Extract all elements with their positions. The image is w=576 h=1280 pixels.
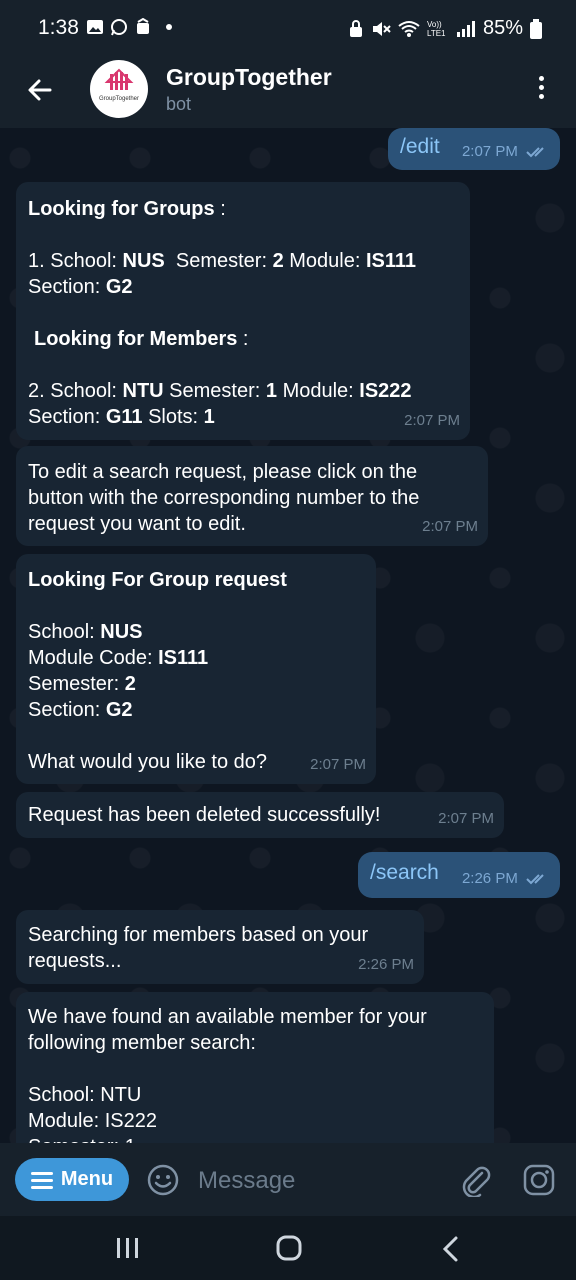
status-bar: 1:38 Vo)) LTE1 85%	[0, 0, 576, 54]
battery-percent: 85%	[482, 17, 523, 39]
double-check-icon	[526, 874, 544, 885]
paperclip-icon[interactable]	[458, 1163, 492, 1197]
message-outgoing-search[interactable]: /search 2:26 PM	[358, 852, 560, 898]
network-label: Vo)) LTE1	[426, 19, 446, 38]
message-search-requests[interactable]: Looking for Groups : 1. School: NUS Seme…	[16, 182, 470, 440]
message-time: 2:26 PM	[358, 956, 414, 973]
request-semester: Semester: 2	[28, 673, 136, 695]
hamburger-icon	[30, 1171, 53, 1189]
notification-icons	[86, 18, 172, 36]
chat-header: GroupTogether GroupTogether bot	[0, 54, 576, 128]
message-member-found[interactable]: We have found an available member for yo…	[16, 992, 494, 1143]
message-composer: Menu	[0, 1143, 576, 1216]
menu-button[interactable]: Menu	[15, 1158, 129, 1201]
android-nav-bar	[0, 1216, 576, 1280]
chevron-left-icon[interactable]	[440, 1235, 462, 1263]
message-lfg-request[interactable]: Looking For Group request School: NUS Mo…	[16, 554, 376, 784]
signal-icon	[456, 20, 475, 37]
mute-icon	[372, 21, 391, 36]
menu-label: Menu	[60, 1168, 114, 1190]
more-notifications-dot	[166, 24, 172, 30]
chat-title[interactable]: GroupTogether	[166, 64, 332, 91]
request-1: 1. School: NUS Semester: 2 Module: IS111…	[28, 250, 417, 298]
double-check-icon	[526, 147, 544, 158]
message-text: /edit	[400, 135, 440, 158]
request-2: 2. School: NTU Semester: 1 Module: IS222…	[28, 380, 412, 428]
message-text: /search	[370, 861, 439, 884]
wifi-icon	[398, 20, 420, 37]
message-meta: 2:26 PM	[462, 866, 550, 892]
home-icon[interactable]	[275, 1234, 303, 1262]
message-edit-instructions[interactable]: To edit a search request, please click o…	[16, 446, 488, 546]
message-list[interactable]: /edit 2:07 PM Looking for Groups : 1. Sc…	[0, 128, 576, 1143]
app-notification-icon	[137, 18, 149, 34]
recents-icon[interactable]	[114, 1236, 142, 1260]
system-icons: Vo)) LTE1 85%	[348, 17, 542, 40]
message-searching[interactable]: Searching for members based on your requ…	[16, 910, 424, 984]
message-time: 2:26 PM	[461, 870, 518, 887]
request-section: Section: G2	[28, 699, 133, 721]
found-module: Module: IS222	[28, 1110, 157, 1132]
message-text: We have found an available member for yo…	[28, 1006, 427, 1054]
message-outgoing-edit[interactable]: /edit 2:07 PM	[388, 128, 560, 170]
group-logo-icon	[104, 68, 134, 90]
message-time: 2:07 PM	[404, 412, 460, 429]
message-deleted-confirmation[interactable]: Request has been deleted successfully! 2…	[16, 792, 504, 838]
message-text: Request has been deleted successfully!	[28, 804, 381, 826]
whatsapp-icon	[111, 19, 127, 36]
message-time: 2:07 PM	[310, 756, 366, 773]
smiley-icon[interactable]	[147, 1164, 179, 1196]
bot-avatar[interactable]: GroupTogether	[90, 60, 148, 118]
message-time: 2:07 PM	[461, 143, 518, 160]
arrow-left-icon[interactable]	[26, 76, 54, 104]
groups-heading: Looking for Groups :	[28, 198, 226, 220]
lock-status-icon	[349, 19, 362, 37]
found-semester: Semester: 1	[28, 1134, 482, 1143]
found-school: School: NTU	[28, 1084, 142, 1106]
battery-icon	[530, 18, 542, 39]
more-vertical-icon[interactable]	[538, 76, 546, 104]
request-module: Module Code: IS111	[28, 647, 209, 669]
message-input[interactable]	[196, 1163, 440, 1199]
gallery-icon	[87, 20, 103, 34]
chat-subtitle: bot	[166, 94, 192, 114]
request-school: School: NUS	[28, 621, 143, 643]
status-time: 1:38	[38, 16, 79, 39]
request-title: Looking For Group request	[28, 569, 287, 591]
message-text: To edit a search request, please click o…	[28, 461, 420, 535]
message-meta: 2:07 PM	[462, 139, 550, 165]
instagram-camera-icon[interactable]	[522, 1163, 556, 1197]
avatar-caption: GroupTogether	[98, 96, 140, 102]
members-heading: Looking for Members :	[34, 328, 249, 350]
message-time: 2:07 PM	[422, 518, 478, 535]
message-time: 2:07 PM	[438, 810, 494, 827]
